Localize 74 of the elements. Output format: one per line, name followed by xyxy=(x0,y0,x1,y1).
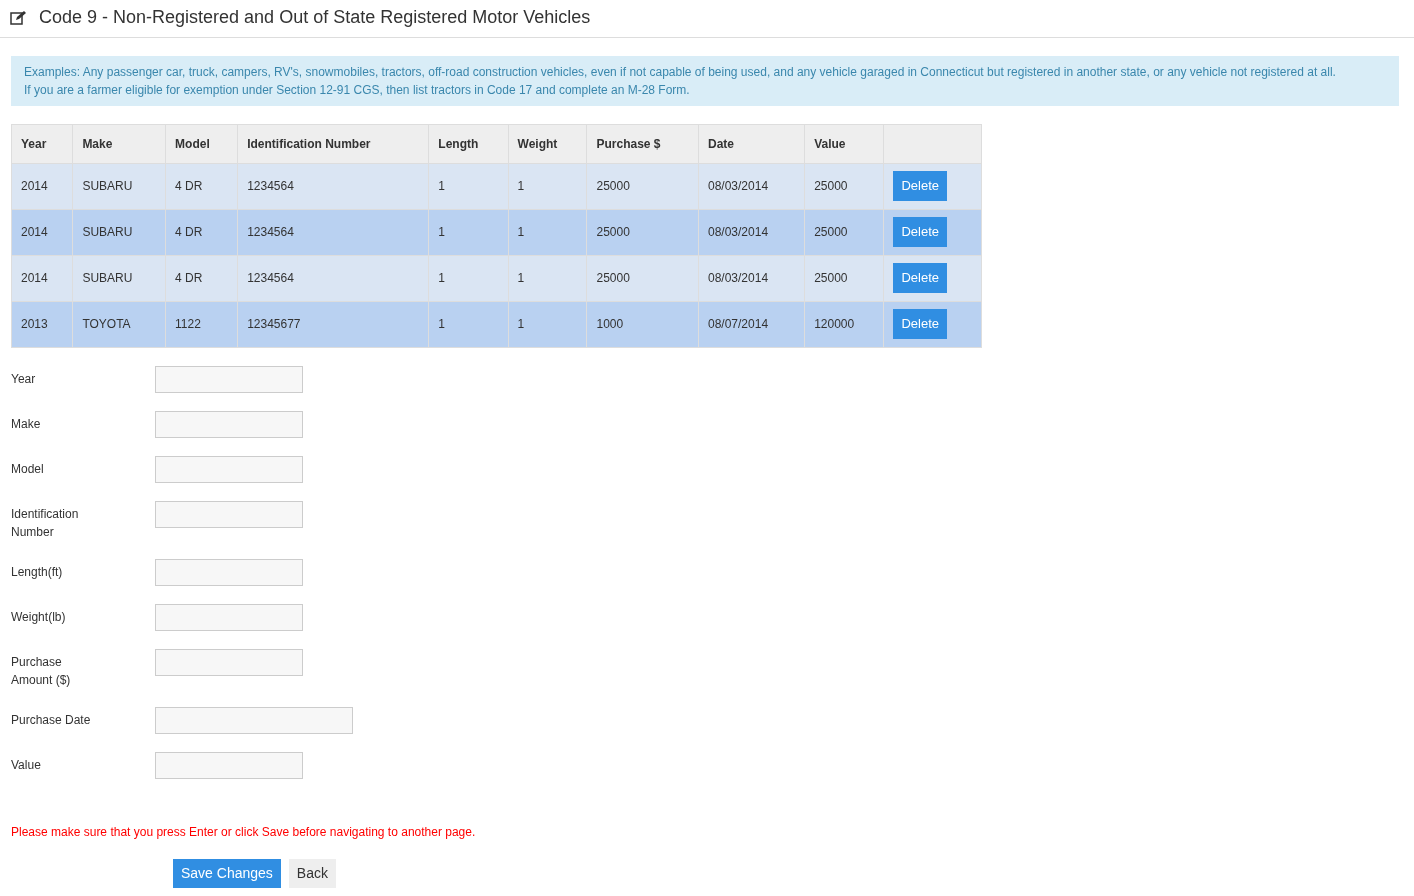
table-cell: 1 xyxy=(508,255,587,302)
delete-button[interactable]: Delete xyxy=(893,309,948,339)
field-label: Make xyxy=(11,415,42,433)
table-cell: 25000 xyxy=(586,163,699,210)
table-cell: 2013 xyxy=(11,301,73,348)
column-header: Date xyxy=(698,124,805,164)
table-cell: 1 xyxy=(428,209,509,256)
field-label: Model xyxy=(11,460,45,478)
input-field[interactable] xyxy=(155,706,353,734)
table-cell: 25000 xyxy=(586,255,699,302)
table-cell: 25000 xyxy=(804,209,884,256)
column-header: Purchase $ xyxy=(586,124,699,164)
table-cell: 1000 xyxy=(586,301,699,348)
back-button[interactable]: Back xyxy=(288,858,336,888)
table-cell: 120000 xyxy=(804,301,884,348)
column-header: Length xyxy=(428,124,509,164)
field-label: Identification Number xyxy=(11,505,80,541)
table-cell: TOYOTA xyxy=(72,301,166,348)
delete-button[interactable]: Delete xyxy=(893,217,948,247)
warning-text: Please make sure that you press Enter or click Save before navigating to another page. xyxy=(11,823,477,841)
save-button[interactable]: Save Changes xyxy=(173,858,281,888)
input-field[interactable] xyxy=(155,603,303,631)
field-label: Value xyxy=(11,756,42,774)
field-label: Length(ft) xyxy=(11,563,64,581)
input-field[interactable] xyxy=(155,751,303,779)
table-cell: 1234564 xyxy=(237,209,429,256)
page-title: Code 9 - Non-Registered and Out of State Registered Motor Vehicles xyxy=(39,7,591,29)
delete-button[interactable]: Delete xyxy=(893,263,948,293)
table-cell: SUBARU xyxy=(72,209,166,256)
table-cell: 1234564 xyxy=(237,163,429,210)
column-header: Model xyxy=(165,124,238,164)
table-cell: SUBARU xyxy=(72,255,166,302)
table-cell: 4 DR xyxy=(165,209,238,256)
input-field[interactable] xyxy=(155,648,303,676)
column-header: Identification Number xyxy=(237,124,429,164)
table-cell: 2014 xyxy=(11,163,73,210)
table-cell: 4 DR xyxy=(165,163,238,210)
edit-icon xyxy=(10,10,27,26)
input-field[interactable] xyxy=(155,500,303,528)
info-text: Examples: Any passenger car, truck, campers, RV's, snowmobiles, tractors, off-road construction vehicles, even if not capable of being used, and any vehicle garaged in Connecticut but registered in another state, or any vehicle not registered at all. xyxy=(24,63,1337,81)
table-cell: 4 DR xyxy=(165,255,238,302)
table-cell: 08/03/2014 xyxy=(698,209,805,256)
field-label: Purchase Amount ($) xyxy=(11,653,72,689)
input-field[interactable] xyxy=(155,410,303,438)
input-field[interactable] xyxy=(155,365,303,393)
table-cell: 1 xyxy=(428,255,509,302)
table-cell: 2014 xyxy=(11,255,73,302)
field-label: Purchase Date xyxy=(11,711,92,729)
table-cell: 1 xyxy=(508,301,587,348)
column-header: Value xyxy=(804,124,884,164)
column-header: Year xyxy=(11,124,73,164)
table-cell: 12345677 xyxy=(237,301,429,348)
table-cell: 1 xyxy=(508,209,587,256)
info-text: If you are a farmer eligible for exemption under Section 12-91 CGS, then list tractors in Code 17 and complete an M-28 Form. xyxy=(24,81,691,99)
table-cell: 25000 xyxy=(804,163,884,210)
table-cell: 25000 xyxy=(804,255,884,302)
column-header: Make xyxy=(72,124,166,164)
table-cell: 08/07/2014 xyxy=(698,301,805,348)
table-cell: 1122 xyxy=(165,301,238,348)
field-label: Year xyxy=(11,370,37,388)
table-cell: 25000 xyxy=(586,209,699,256)
table-cell: 08/03/2014 xyxy=(698,163,805,210)
delete-button[interactable]: Delete xyxy=(893,171,948,201)
input-field[interactable] xyxy=(155,558,303,586)
field-label: Weight(lb) xyxy=(11,608,67,626)
table-cell: 1 xyxy=(428,301,509,348)
table-cell: 1 xyxy=(508,163,587,210)
input-field[interactable] xyxy=(155,455,303,483)
table-cell: 2014 xyxy=(11,209,73,256)
table-cell: 1 xyxy=(428,163,509,210)
table-cell: 1234564 xyxy=(237,255,429,302)
table-cell: 08/03/2014 xyxy=(698,255,805,302)
table-cell: SUBARU xyxy=(72,163,166,210)
column-header: Weight xyxy=(508,124,587,164)
